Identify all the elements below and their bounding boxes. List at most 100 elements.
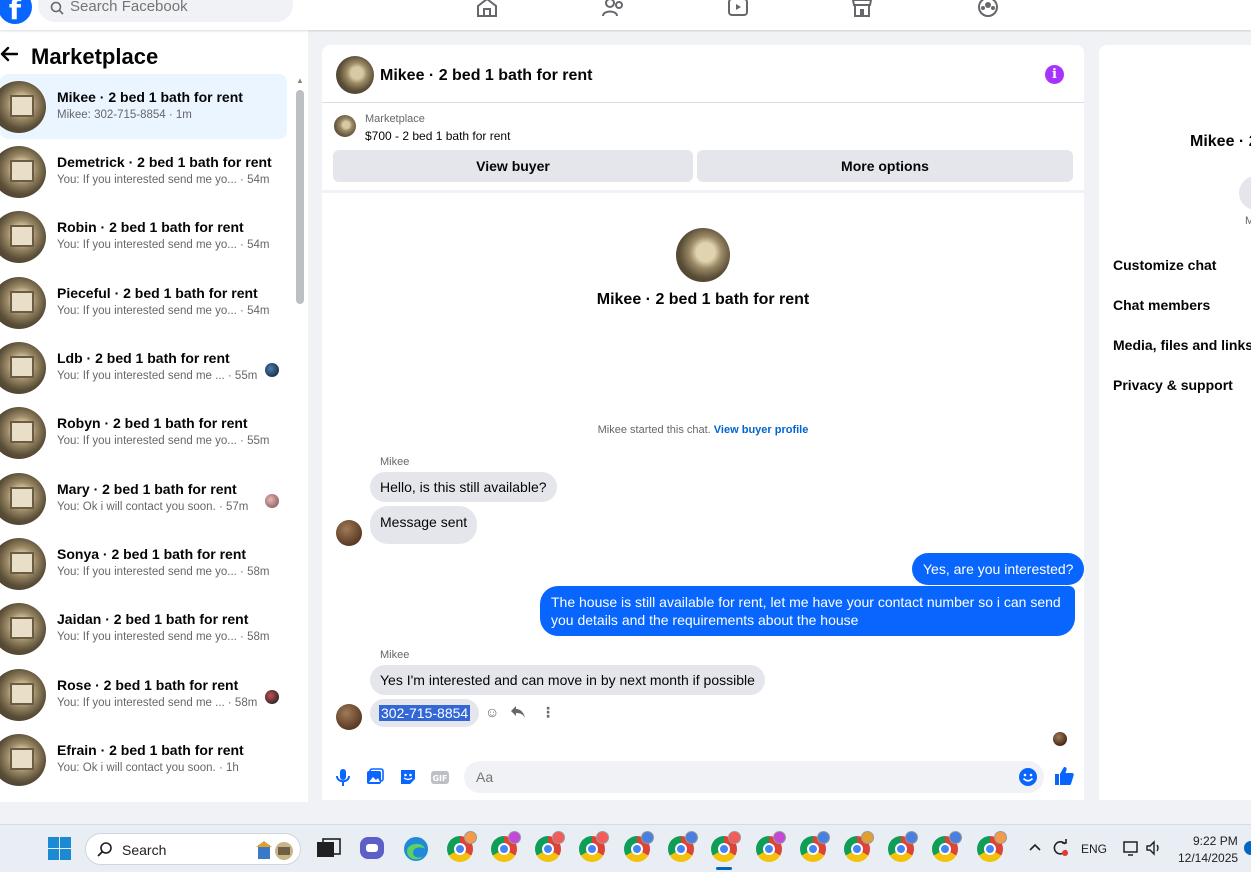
more-vertical-icon[interactable]: ⋮ xyxy=(541,704,555,721)
sync-icon[interactable] xyxy=(1050,838,1070,858)
conversation-item[interactable]: Efrain · 2 bed 1 bath for rent You: Ok i… xyxy=(0,727,287,792)
listing-thumbnail xyxy=(0,407,46,459)
chrome-profile-icon[interactable] xyxy=(800,831,830,862)
groups-icon[interactable] xyxy=(976,0,1000,18)
profile-button[interactable] xyxy=(1239,176,1251,210)
scroll-up-arrow-icon[interactable]: ▲ xyxy=(296,76,304,85)
listing-thumbnail[interactable] xyxy=(334,115,356,137)
react-smiley-icon[interactable]: ☺ xyxy=(485,704,499,720)
conversation-item[interactable]: Mikee · 2 bed 1 bath for rent Mikee: 302… xyxy=(0,74,287,139)
facebook-search-box[interactable] xyxy=(38,0,293,22)
edge-browser-icon[interactable] xyxy=(401,834,431,864)
message-input[interactable] xyxy=(464,761,1044,793)
search-highlight-icon[interactable] xyxy=(256,837,300,863)
customize-chat-item[interactable]: Customize chat xyxy=(1113,257,1216,273)
clock-date[interactable]: 12/14/2025 xyxy=(1178,851,1238,865)
chrome-profile-icon[interactable] xyxy=(977,831,1007,862)
chrome-profile-icon[interactable] xyxy=(668,831,698,862)
chat-avatar[interactable] xyxy=(336,56,374,94)
reply-arrow-icon[interactable] xyxy=(510,705,526,719)
facebook-search-input[interactable] xyxy=(70,0,280,15)
sidebar-header: Marketplace xyxy=(0,42,300,72)
photo-gallery-icon[interactable] xyxy=(365,767,385,787)
taskbar-search-label: Search xyxy=(122,842,167,858)
conversation-item[interactable]: Jaidan · 2 bed 1 bath for rent You: If y… xyxy=(0,596,287,661)
media-files-links-item[interactable]: Media, files and links xyxy=(1113,337,1251,353)
selected-phone-text[interactable]: 302-715-8854 xyxy=(379,705,471,721)
microphone-icon[interactable] xyxy=(333,767,353,787)
conversation-name: Mary · 2 bed 1 bath for rent xyxy=(57,481,237,497)
incoming-message[interactable]: Yes I'm interested and can move in by ne… xyxy=(370,665,765,695)
view-buyer-button[interactable]: View buyer xyxy=(333,150,693,182)
conversation-item[interactable]: Robin · 2 bed 1 bath for rent You: If yo… xyxy=(0,204,287,269)
incoming-message[interactable]: Message sent xyxy=(370,506,478,544)
chrome-profile-icon-active[interactable] xyxy=(711,831,741,862)
listing-thumbnail xyxy=(0,473,46,525)
gif-icon[interactable]: GIF xyxy=(430,767,450,787)
volume-icon[interactable] xyxy=(1145,839,1163,857)
facebook-logo[interactable]: f xyxy=(0,0,32,26)
sidebar-scrollbar[interactable] xyxy=(296,90,304,304)
listing-thumbnail xyxy=(0,669,46,721)
chat-header: Mikee · 2 bed 1 bath for rent i xyxy=(322,45,1084,103)
conversation-preview: You: If you interested send me ... · 58m xyxy=(57,697,258,709)
conversation-item[interactable]: Rose · 2 bed 1 bath for rent You: If you… xyxy=(0,662,287,727)
friends-icon[interactable] xyxy=(601,0,625,18)
info-panel-title: Mikee · 2 xyxy=(1190,133,1251,150)
back-arrow-icon[interactable] xyxy=(0,46,18,62)
conversation-item[interactable]: Ldb · 2 bed 1 bath for rent You: If you … xyxy=(0,335,287,400)
chrome-profile-icon[interactable] xyxy=(447,831,477,862)
home-icon[interactable] xyxy=(475,0,499,18)
chrome-profile-icon[interactable] xyxy=(844,831,874,862)
conversation-name: Jaidan · 2 bed 1 bath for rent xyxy=(57,611,249,627)
listing-thumbnail xyxy=(0,211,46,263)
conversation-preview: You: If you interested send me yo... · 5… xyxy=(57,239,270,251)
outgoing-message[interactable]: The house is still available for rent, l… xyxy=(540,586,1075,636)
incoming-message-phone[interactable]: 302-715-8854 xyxy=(370,699,480,727)
chrome-profile-icon[interactable] xyxy=(932,831,962,862)
conversation-name: Sonya · 2 bed 1 bath for rent xyxy=(57,546,247,562)
listing-source: Marketplace xyxy=(365,113,425,125)
thumbs-up-icon[interactable] xyxy=(1053,765,1075,787)
windows-start-icon[interactable] xyxy=(48,837,71,860)
more-options-button[interactable]: More options xyxy=(697,150,1073,182)
emoji-icon[interactable] xyxy=(1018,767,1038,787)
task-view-icon[interactable] xyxy=(314,834,344,864)
taskbar-search-box[interactable]: Search xyxy=(85,833,301,865)
chrome-profile-icon[interactable] xyxy=(579,831,609,862)
incoming-message[interactable]: Hello, is this still available? xyxy=(370,472,557,502)
clock-time[interactable]: 9:22 PM xyxy=(1193,834,1238,848)
chat-members-item[interactable]: Chat members xyxy=(1113,297,1210,313)
chrome-profile-icon[interactable] xyxy=(535,831,565,862)
chrome-profile-icon[interactable] xyxy=(624,831,654,862)
notification-badge[interactable] xyxy=(1244,841,1251,855)
conversation-preview: You: If you interested send me yo... · 5… xyxy=(57,566,270,578)
chrome-profile-icon[interactable] xyxy=(756,831,786,862)
listing-price-title[interactable]: $700 - 2 bed 1 bath for rent xyxy=(365,129,510,143)
chat-title[interactable]: Mikee · 2 bed 1 bath for rent xyxy=(380,67,592,85)
conversation-item[interactable]: Mary · 2 bed 1 bath for rent You: Ok i w… xyxy=(0,466,287,531)
network-icon[interactable] xyxy=(1122,839,1140,857)
conversation-item[interactable]: Sonya · 2 bed 1 bath for rent You: If yo… xyxy=(0,531,287,596)
sender-avatar[interactable] xyxy=(336,520,362,546)
active-app-indicator xyxy=(716,867,732,870)
input-language-indicator[interactable]: ENG xyxy=(1081,842,1107,856)
marketplace-store-icon[interactable] xyxy=(850,0,874,18)
conversation-item[interactable]: Demetrick · 2 bed 1 bath for rent You: I… xyxy=(0,139,287,204)
conversation-name: Robyn · 2 bed 1 bath for rent xyxy=(57,415,248,431)
show-hidden-icons-chevron-icon[interactable] xyxy=(1028,842,1042,852)
conversation-item[interactable]: Pieceful · 2 bed 1 bath for rent You: If… xyxy=(0,270,287,335)
chrome-profile-icon[interactable] xyxy=(491,831,521,862)
info-icon[interactable]: i xyxy=(1045,65,1064,84)
outgoing-message[interactable]: Yes, are you interested? xyxy=(912,553,1085,585)
privacy-support-item[interactable]: Privacy & support xyxy=(1113,377,1233,393)
conversation-preview: You: If you interested send me yo... · 5… xyxy=(57,174,270,186)
conversation-preview: You: Ok i will contact you soon. · 1h xyxy=(57,762,239,774)
view-buyer-profile-link[interactable]: View buyer profile xyxy=(714,424,809,436)
conversation-item[interactable]: Robyn · 2 bed 1 bath for rent You: If yo… xyxy=(0,400,287,465)
chrome-profile-icon[interactable] xyxy=(888,831,918,862)
chat-app-icon[interactable] xyxy=(357,834,387,864)
video-icon[interactable] xyxy=(726,0,750,18)
sticker-icon[interactable] xyxy=(398,767,418,787)
sender-avatar[interactable] xyxy=(336,704,362,730)
